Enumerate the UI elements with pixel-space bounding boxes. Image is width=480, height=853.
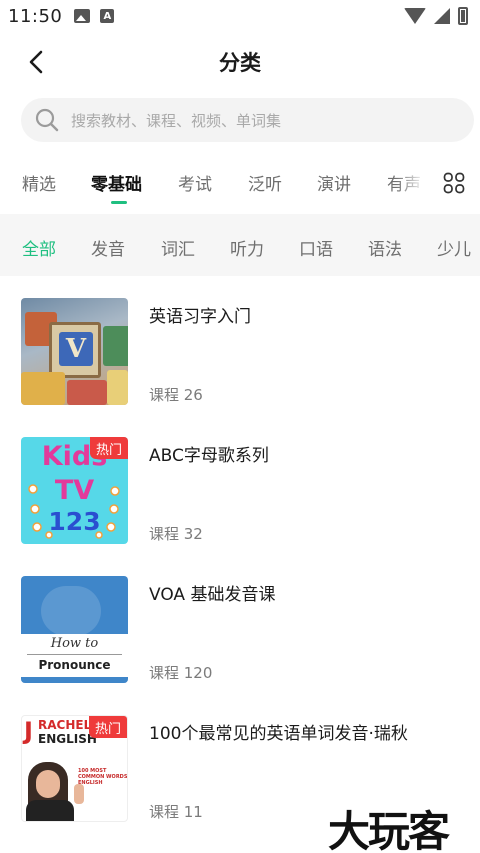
- subtab-pronunciation[interactable]: 发音: [91, 235, 125, 260]
- course-title: VOA 基础发音课: [149, 585, 276, 605]
- tab-fanting[interactable]: 泛听: [248, 170, 282, 195]
- course-thumbnail: J RACHEL'S ENGLISH 100 MOST COMMON WORDS…: [21, 715, 128, 822]
- status-bar: 11:50 A: [0, 0, 480, 32]
- subtab-all[interactable]: 全部: [22, 235, 56, 260]
- thumb-text: 100 MOST COMMON WORDS ENGLISH: [78, 768, 128, 786]
- search-placeholder: 搜索教材、课程、视频、单词集: [71, 111, 282, 130]
- course-item[interactable]: V 英语习字入门 课程 26: [0, 298, 480, 408]
- course-count: 课程 120: [149, 664, 213, 682]
- subtab-grammar[interactable]: 语法: [368, 235, 402, 260]
- course-title: 100个最常见的英语单词发音·瑞秋: [149, 724, 408, 744]
- hot-badge: 热门: [89, 716, 127, 738]
- thumb-text: Pronounce: [38, 658, 111, 672]
- hot-badge: 热门: [90, 437, 128, 459]
- subcategory-tabs: 全部 发音 词汇 听力 口语 语法 少儿: [0, 214, 480, 276]
- tab-yanjiang[interactable]: 演讲: [317, 170, 351, 195]
- a-notification-icon: A: [100, 9, 115, 23]
- subtab-vocabulary[interactable]: 词汇: [161, 235, 195, 260]
- course-title: 英语习字入门: [149, 307, 251, 327]
- tab-kaoshi[interactable]: 考试: [178, 170, 212, 195]
- course-count: 课程 26: [149, 386, 203, 404]
- image-notification-icon: [74, 9, 91, 23]
- top-bar: 分类: [0, 32, 480, 92]
- back-button[interactable]: [18, 44, 54, 80]
- active-tab-indicator: [111, 201, 127, 204]
- course-item[interactable]: How to Pronounce VOA 基础发音课 课程 120: [0, 576, 480, 686]
- course-thumbnail: V: [21, 298, 128, 405]
- course-item[interactable]: Kids TV 123 热门 ABC字母歌系列 课程 32: [0, 437, 480, 547]
- search-input[interactable]: 搜索教材、课程、视频、单词集: [21, 98, 474, 142]
- search-icon: [35, 108, 59, 132]
- category-tabs: 精选 零基础 考试 泛听 演讲 有声: [0, 158, 480, 208]
- subtab-kids[interactable]: 少儿: [437, 235, 471, 260]
- chevron-left-icon: [29, 50, 43, 74]
- wifi-icon: [404, 8, 426, 24]
- thumb-text: TV: [54, 475, 95, 506]
- grid-icon: [443, 172, 465, 194]
- status-time: 11:50: [8, 5, 63, 27]
- tabs-fade: [396, 158, 438, 208]
- course-count: 课程 11: [149, 803, 203, 821]
- thumb-text: ENGLISH: [38, 732, 97, 746]
- tab-jingxuan[interactable]: 精选: [22, 170, 56, 195]
- signal-icon: [434, 8, 450, 24]
- subtab-listening[interactable]: 听力: [230, 235, 264, 260]
- course-count: 课程 32: [149, 525, 203, 543]
- tab-lingjichu[interactable]: 零基础: [91, 170, 142, 195]
- course-thumbnail: Kids TV 123 热门: [21, 437, 128, 544]
- course-title: ABC字母歌系列: [149, 446, 269, 466]
- thumb-text: 123: [48, 507, 101, 536]
- course-thumbnail: How to Pronounce: [21, 576, 128, 683]
- page-title: 分类: [219, 51, 261, 75]
- battery-icon: [458, 7, 468, 25]
- all-categories-button[interactable]: [438, 168, 470, 198]
- thumb-text: How to: [50, 636, 99, 651]
- subtab-speaking[interactable]: 口语: [299, 235, 333, 260]
- watermark-text: 大玩客: [328, 807, 450, 853]
